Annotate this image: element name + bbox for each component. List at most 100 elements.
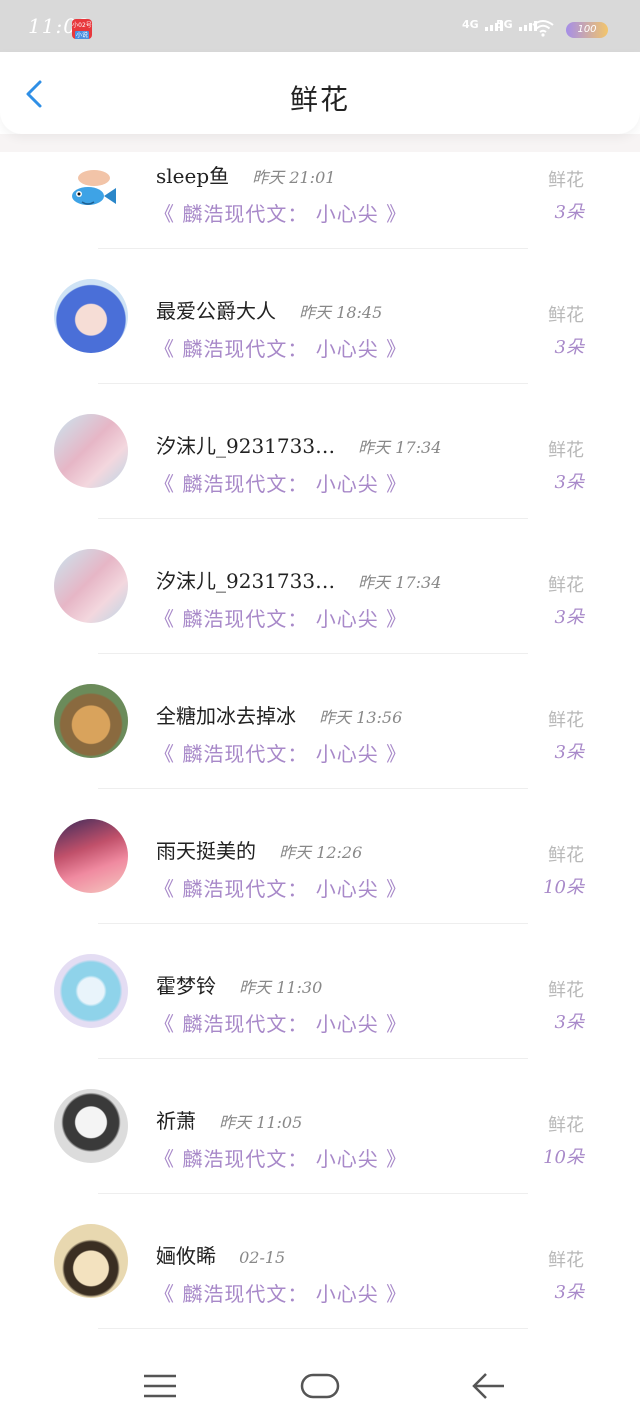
app-notification-icon: 小02号 小说 <box>72 19 92 39</box>
name-line: 雨天挺美的 昨天 12:26 <box>156 835 362 864</box>
list-item[interactable]: 汐沫儿_9231733… 昨天 17:34 《 麟浩现代文： 小心尖 》 鲜花 … <box>0 414 640 549</box>
work-title[interactable]: 《 麟浩现代文： 小心尖 》 <box>154 333 407 362</box>
timestamp: 昨天 13:56 <box>319 708 403 727</box>
gift-label: 鲜花 <box>548 1115 584 1136</box>
gift-label: 鲜花 <box>548 170 584 191</box>
user-name[interactable]: 汐沫儿_9231733… <box>156 569 335 593</box>
name-line: 全糖加冰去掉冰 昨天 13:56 <box>156 700 402 729</box>
user-name[interactable]: 祈萧 <box>156 1109 196 1133</box>
work-title[interactable]: 《 麟浩现代文： 小心尖 》 <box>154 468 407 497</box>
list-item[interactable]: 霍梦铃 昨天 11:30 《 麟浩现代文： 小心尖 》 鲜花 3朵 <box>0 954 640 1089</box>
anime-cat-ear-avatar[interactable] <box>54 954 128 1028</box>
anime-witch-avatar[interactable] <box>54 1224 128 1298</box>
battery-icon: 100 <box>566 22 608 38</box>
list-item[interactable]: 汐沫儿_9231733… 昨天 17:34 《 麟浩现代文： 小心尖 》 鲜花 … <box>0 549 640 684</box>
back-arrow-icon <box>472 1373 504 1399</box>
work-title[interactable]: 《 麟浩现代文： 小心尖 》 <box>154 873 407 902</box>
battery-level: 100 <box>577 24 597 35</box>
timestamp: 昨天 17:34 <box>358 438 442 457</box>
list-item[interactable]: sleep鱼 昨天 21:01 《 麟浩现代文： 小心尖 》 鲜花 3朵 <box>0 144 640 279</box>
name-line: 婳攸睎 02-15 <box>156 1240 285 1269</box>
signal-icon-2: 5G <box>496 18 537 31</box>
anime-sunset-avatar[interactable] <box>54 819 128 893</box>
name-line: 最爱公爵大人 昨天 18:45 <box>156 295 382 324</box>
wifi-icon <box>532 20 554 37</box>
divider <box>98 1193 528 1194</box>
gift-count: 3朵 <box>554 607 584 628</box>
gift-label: 鲜花 <box>548 575 584 596</box>
gift-count: 10朵 <box>543 1147 584 1168</box>
system-nav-bar <box>0 1348 640 1422</box>
name-line: 汐沫儿_9231733… 昨天 17:34 <box>156 430 441 459</box>
status-bar: 11:02 小02号 小说 4G 5G 100 <box>0 0 640 52</box>
gift-label: 鲜花 <box>548 305 584 326</box>
gift-label: 鲜花 <box>548 845 584 866</box>
gift-label: 鲜花 <box>548 980 584 1001</box>
dog-avatar[interactable] <box>54 684 128 758</box>
gift-count: 10朵 <box>543 877 584 898</box>
divider <box>98 1328 528 1329</box>
list-item[interactable]: 祈萧 昨天 11:05 《 麟浩现代文： 小心尖 》 鲜花 10朵 <box>0 1089 640 1224</box>
gift-count: 3朵 <box>554 1012 584 1033</box>
user-name[interactable]: 雨天挺美的 <box>156 839 256 863</box>
user-name[interactable]: 霍梦铃 <box>156 974 216 998</box>
user-name[interactable]: 汐沫儿_9231733… <box>156 434 335 458</box>
timestamp: 昨天 18:45 <box>299 303 383 322</box>
name-line: 霍梦铃 昨天 11:30 <box>156 970 322 999</box>
app-header: 鲜花 <box>0 52 640 134</box>
work-title[interactable]: 《 麟浩现代文： 小心尖 》 <box>154 198 407 227</box>
network-label-1: 4G <box>462 18 479 31</box>
divider <box>98 923 528 924</box>
gift-count: 3朵 <box>554 202 584 223</box>
list-item[interactable]: 雨天挺美的 昨天 12:26 《 麟浩现代文： 小心尖 》 鲜花 10朵 <box>0 819 640 954</box>
nav-back-button[interactable] <box>464 1366 512 1406</box>
flower-gift-list: sleep鱼 昨天 21:01 《 麟浩现代文： 小心尖 》 鲜花 3朵 最爱公… <box>0 144 640 1359</box>
anime-sketch-avatar[interactable] <box>54 1089 128 1163</box>
gift-label: 鲜花 <box>548 1250 584 1271</box>
fish-avatar[interactable] <box>54 152 128 226</box>
name-line: sleep鱼 昨天 21:01 <box>156 160 335 189</box>
timestamp: 02-15 <box>239 1248 286 1267</box>
user-name[interactable]: sleep鱼 <box>156 164 229 188</box>
home-icon <box>300 1373 340 1399</box>
work-title[interactable]: 《 麟浩现代文： 小心尖 》 <box>154 1008 407 1037</box>
user-name[interactable]: 全糖加冰去掉冰 <box>156 704 296 728</box>
name-line: 汐沫儿_9231733… 昨天 17:34 <box>156 565 441 594</box>
home-button[interactable] <box>296 1366 344 1406</box>
gift-count: 3朵 <box>554 1282 584 1303</box>
anime-pink-girl-avatar[interactable] <box>54 549 128 623</box>
gift-count: 3朵 <box>554 742 584 763</box>
work-title[interactable]: 《 麟浩现代文： 小心尖 》 <box>154 1278 407 1307</box>
anime-pink-girl-avatar[interactable] <box>54 414 128 488</box>
timestamp: 昨天 11:30 <box>239 978 323 997</box>
timestamp: 昨天 21:01 <box>252 168 336 187</box>
work-title[interactable]: 《 麟浩现代文： 小心尖 》 <box>154 1143 407 1172</box>
app-badge-bottom: 小说 <box>75 31 89 39</box>
work-title[interactable]: 《 麟浩现代文： 小心尖 》 <box>154 738 407 767</box>
timestamp: 昨天 11:05 <box>219 1113 303 1132</box>
user-name[interactable]: 婳攸睎 <box>156 1244 216 1268</box>
list-item[interactable]: 最爱公爵大人 昨天 18:45 《 麟浩现代文： 小心尖 》 鲜花 3朵 <box>0 279 640 414</box>
menu-button[interactable] <box>136 1366 184 1406</box>
gift-label: 鲜花 <box>548 710 584 731</box>
list-item[interactable]: 全糖加冰去掉冰 昨天 13:56 《 麟浩现代文： 小心尖 》 鲜花 3朵 <box>0 684 640 819</box>
divider <box>98 1058 528 1059</box>
gift-label: 鲜花 <box>548 440 584 461</box>
name-line: 祈萧 昨天 11:05 <box>156 1105 302 1134</box>
app-badge-top: 小02号 <box>72 22 92 29</box>
timestamp: 昨天 17:34 <box>358 573 442 592</box>
divider <box>98 383 528 384</box>
list-item[interactable]: 婳攸睎 02-15 《 麟浩现代文： 小心尖 》 鲜花 3朵 <box>0 1224 640 1359</box>
anime-blue-hair-avatar[interactable] <box>54 279 128 353</box>
divider <box>98 653 528 654</box>
work-title[interactable]: 《 麟浩现代文： 小心尖 》 <box>154 603 407 632</box>
network-label-2: 5G <box>496 18 513 31</box>
gift-count: 3朵 <box>554 337 584 358</box>
user-name[interactable]: 最爱公爵大人 <box>156 299 276 323</box>
divider <box>98 518 528 519</box>
page-title: 鲜花 <box>289 83 350 116</box>
divider <box>98 788 528 789</box>
timestamp: 昨天 12:26 <box>279 843 363 862</box>
menu-icon <box>144 1374 176 1398</box>
gift-count: 3朵 <box>554 472 584 493</box>
